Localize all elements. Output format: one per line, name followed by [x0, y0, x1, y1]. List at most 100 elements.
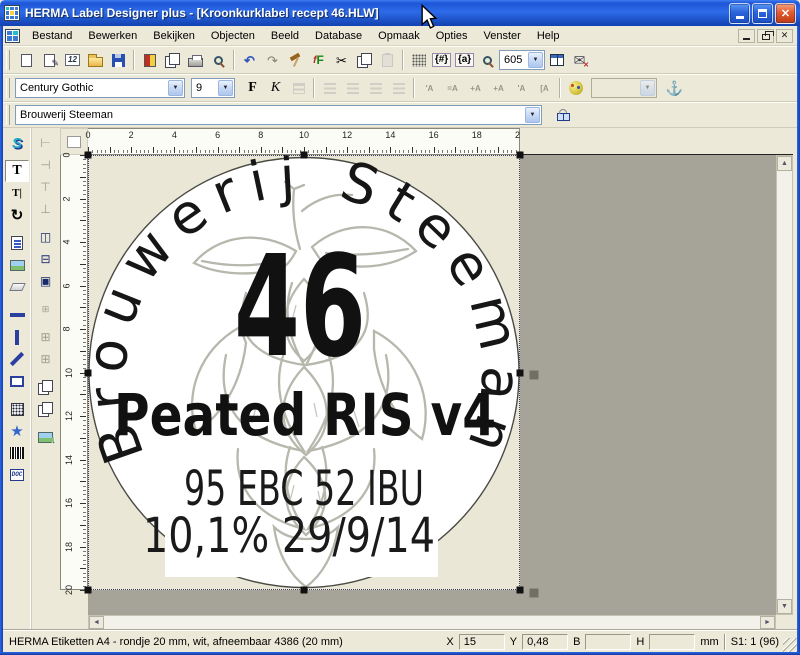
text-lines-button[interactable] [287, 77, 310, 99]
selection-handle-secondary[interactable] [530, 371, 539, 380]
scroll-up-button[interactable]: ▲ [777, 156, 792, 171]
horizontal-scrollbar[interactable]: ◄ ► [88, 615, 776, 630]
center-both-button[interactable]: ▣ [34, 270, 58, 292]
mdi-minimize-button[interactable] [738, 29, 755, 43]
circular-text-tool[interactable]: ↻ [5, 204, 29, 226]
select-tool[interactable]: S [5, 132, 29, 154]
same-height-button[interactable]: ⊞ [34, 348, 58, 370]
resize-grip[interactable] [783, 638, 797, 652]
align-top-objects-button[interactable]: ⊤ [34, 176, 58, 198]
selection-handle[interactable] [517, 370, 524, 377]
menu-database[interactable]: Database [307, 27, 370, 45]
label-name-line[interactable]: Peated RIS v4 [114, 381, 496, 449]
align-right-objects-button[interactable]: ⊣ [34, 154, 58, 176]
scroll-down-button[interactable]: ▼ [777, 599, 792, 614]
menu-opmaak[interactable]: Opmaak [370, 27, 428, 45]
spacing-narrower-button[interactable]: +A [487, 77, 510, 99]
label-page[interactable]: Brouwerij Steeman 46 Peated RIS v4 95 EB… [88, 155, 520, 590]
text-cursor-tool[interactable]: T| [5, 182, 29, 204]
menu-objecten[interactable]: Objecten [203, 27, 263, 45]
selection-handle[interactable] [85, 587, 92, 594]
image-tool[interactable] [5, 254, 29, 276]
datamatrix-tool[interactable] [5, 398, 29, 420]
star-tool[interactable]: ★ [5, 420, 29, 442]
insert-text-field-button[interactable]: {a} [453, 49, 476, 71]
menu-bestand[interactable]: Bestand [24, 27, 80, 45]
canvas-area[interactable]: 02468101214161820 02468101214161820 [60, 128, 797, 630]
horizontal-line-tool[interactable] [5, 304, 29, 326]
grid-button[interactable] [407, 49, 430, 71]
open-button[interactable] [84, 49, 107, 71]
font-family-combo[interactable]: Century Gothic ▼ [15, 78, 185, 98]
undo-button[interactable]: ↶ [238, 49, 261, 71]
align-justify-button[interactable] [387, 77, 410, 99]
doc-tool[interactable]: DOC [5, 464, 29, 486]
selection-handle[interactable] [301, 152, 308, 159]
selection-handle[interactable] [85, 370, 92, 377]
toolbar-grip[interactable] [6, 78, 10, 98]
bold-button[interactable]: F [241, 77, 264, 99]
record-lock-button[interactable] [552, 104, 575, 126]
menu-bewerken[interactable]: Bewerken [80, 27, 145, 45]
bring-to-front-button[interactable] [34, 376, 58, 398]
selection-handle-secondary[interactable] [530, 589, 539, 598]
tools-button[interactable] [284, 49, 307, 71]
mail-button[interactable]: ✉✕ [568, 49, 591, 71]
diagonal-line-tool[interactable] [5, 348, 29, 370]
import-image-button[interactable]: ↓ [34, 426, 58, 448]
center-vertical-button[interactable]: ⊟ [34, 248, 58, 270]
align-right-button[interactable] [364, 77, 387, 99]
label-big-number[interactable]: 46 [234, 226, 366, 389]
minimize-button[interactable] [729, 3, 750, 24]
print-button[interactable] [184, 49, 207, 71]
chevron-down-icon[interactable]: ▼ [218, 80, 233, 96]
italic-button[interactable]: K [264, 77, 287, 99]
insert-number-field-button[interactable]: {#} [430, 49, 453, 71]
cut-button[interactable]: ✂ [330, 49, 353, 71]
zoom-button[interactable] [476, 49, 499, 71]
menu-help[interactable]: Help [529, 27, 568, 45]
eraser-tool[interactable] [5, 276, 29, 298]
selection-handle[interactable] [85, 152, 92, 159]
print-preview-button[interactable] [207, 49, 230, 71]
align-left-objects-button[interactable]: ⊢ [34, 132, 58, 154]
spacing-lines-button[interactable]: =A [441, 77, 464, 99]
color-palette-button[interactable] [564, 77, 587, 99]
align-left-button[interactable] [318, 77, 341, 99]
font-size-button[interactable]: fF [307, 49, 330, 71]
label-info-line[interactable]: 10,1% 29/9/14 [143, 508, 435, 564]
selection-handle[interactable] [517, 152, 524, 159]
vertical-line-tool[interactable] [5, 326, 29, 348]
paste-button[interactable] [376, 49, 399, 71]
spacing-wider-button[interactable]: +A [464, 77, 487, 99]
duplicate-button[interactable] [161, 49, 184, 71]
mdi-close-button[interactable]: ✕ [776, 29, 793, 43]
rectangle-tool[interactable] [5, 370, 29, 392]
spacing-increase-button[interactable]: 'A [418, 77, 441, 99]
style-combo[interactable]: ▼ [591, 78, 657, 98]
template-button[interactable] [138, 49, 161, 71]
redo-button[interactable]: ↷ [261, 49, 284, 71]
chevron-down-icon[interactable]: ▼ [525, 107, 540, 123]
save-button[interactable] [107, 49, 130, 71]
chevron-down-icon[interactable]: ▼ [168, 80, 183, 96]
field-list-tool[interactable] [5, 232, 29, 254]
edit-template-button[interactable]: ✎ [38, 49, 61, 71]
chevron-down-icon[interactable]: ▼ [528, 52, 543, 68]
page-numbers-button[interactable]: 12 [61, 49, 84, 71]
menu-opties[interactable]: Opties [428, 27, 476, 45]
center-horizontal-button[interactable]: ◫ [34, 226, 58, 248]
zoom-level-combo[interactable]: 605 ▼ [499, 50, 545, 70]
mdi-restore-button[interactable] [757, 29, 774, 43]
copy-button[interactable] [353, 49, 376, 71]
font-size-combo[interactable]: 9 ▼ [191, 78, 235, 98]
barcode-tool[interactable] [5, 442, 29, 464]
letter-height-button[interactable]: 'A [510, 77, 533, 99]
menu-venster[interactable]: Venster [476, 27, 529, 45]
text-tool[interactable]: T [5, 160, 29, 182]
toolbar-grip[interactable] [6, 50, 10, 70]
new-document-button[interactable] [15, 49, 38, 71]
selection-handle[interactable] [517, 587, 524, 594]
document-icon[interactable] [5, 29, 20, 43]
scroll-left-button[interactable]: ◄ [89, 616, 104, 629]
